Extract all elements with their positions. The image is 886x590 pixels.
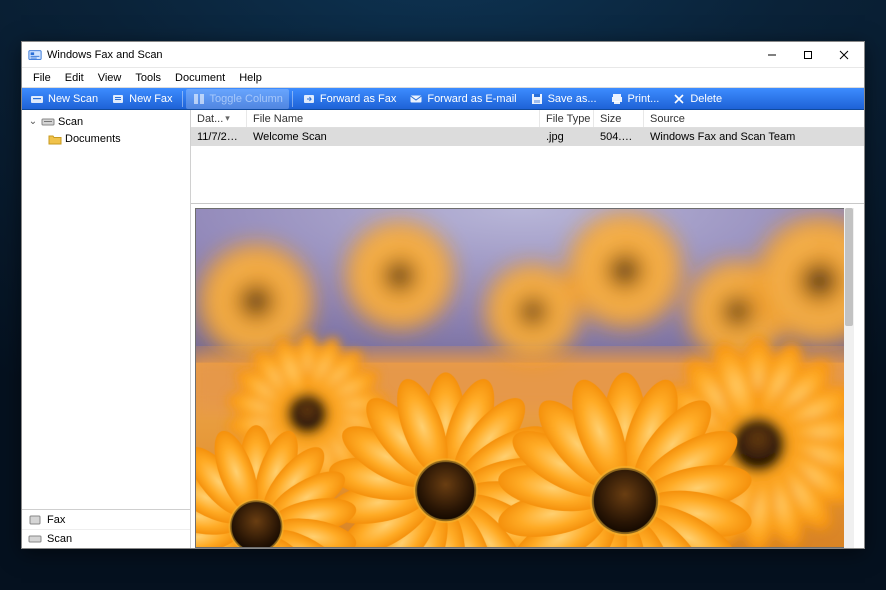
menu-tools[interactable]: Tools: [128, 70, 168, 86]
print-label: Print...: [628, 93, 660, 105]
toggle-column-button[interactable]: Toggle Column: [186, 89, 289, 109]
folder-icon: [48, 132, 62, 146]
new-scan-label: New Scan: [48, 93, 98, 105]
chevron-down-icon[interactable]: ⌄: [28, 116, 38, 127]
scanner-icon: [41, 115, 55, 129]
forward-as-fax-button[interactable]: Forward as Fax: [296, 89, 402, 109]
nav-switcher: Fax Scan: [22, 509, 190, 548]
forward-as-email-button[interactable]: Forward as E-mail: [403, 89, 522, 109]
preview-scrollbar[interactable]: [844, 208, 854, 548]
new-scan-button[interactable]: New Scan: [24, 89, 104, 109]
column-icon: [192, 92, 206, 106]
sort-desc-icon: ▾: [225, 113, 230, 124]
menu-file[interactable]: File: [26, 70, 58, 86]
close-button[interactable]: [826, 43, 862, 67]
folder-tree[interactable]: ⌄ Scan Documents: [22, 110, 190, 509]
nav-fax-button[interactable]: Fax: [22, 510, 190, 529]
cell-filetype: .jpg: [540, 129, 594, 145]
forward-fax-icon: [302, 92, 316, 106]
menu-view[interactable]: View: [91, 70, 129, 86]
preview-pane[interactable]: [191, 204, 864, 548]
scanner-icon: [30, 92, 44, 106]
app-window: Windows Fax and Scan File Edit View Tool…: [21, 41, 865, 549]
col-size[interactable]: Size: [594, 110, 644, 127]
sidebar: ⌄ Scan Documents Fax Scan: [22, 110, 191, 548]
column-headers[interactable]: Dat... ▾ File Name File Type Size Source: [191, 110, 864, 128]
print-icon: [610, 92, 624, 106]
save-icon: [530, 92, 544, 106]
preview-image: [195, 208, 850, 548]
toolbar: New Scan New Fax Toggle Column Forward a…: [22, 88, 864, 110]
menu-edit[interactable]: Edit: [58, 70, 91, 86]
forward-as-fax-label: Forward as Fax: [320, 93, 396, 105]
cell-filename: Welcome Scan: [247, 129, 540, 145]
nav-scan-button[interactable]: Scan: [22, 529, 190, 548]
delete-button[interactable]: Delete: [666, 89, 728, 109]
app-icon: [28, 48, 42, 62]
maximize-button[interactable]: [790, 43, 826, 67]
tree-node-scan-label: Scan: [58, 116, 83, 128]
minimize-button[interactable]: [754, 43, 790, 67]
new-fax-button[interactable]: New Fax: [105, 89, 178, 109]
col-date-label: Dat...: [197, 113, 223, 125]
nav-fax-label: Fax: [47, 514, 65, 526]
cell-source: Windows Fax and Scan Team: [644, 129, 864, 145]
tree-node-documents-label: Documents: [65, 133, 121, 145]
fax-icon: [28, 513, 42, 527]
menu-help[interactable]: Help: [232, 70, 269, 86]
forward-as-email-label: Forward as E-mail: [427, 93, 516, 105]
toolbar-separator: [292, 91, 293, 107]
nav-scan-label: Scan: [47, 533, 72, 545]
menu-document[interactable]: Document: [168, 70, 232, 86]
cell-size: 504.3 KB: [594, 129, 644, 145]
cell-date: 11/7/202...: [191, 129, 247, 145]
tree-node-documents[interactable]: Documents: [26, 130, 186, 147]
new-fax-label: New Fax: [129, 93, 172, 105]
title-bar: Windows Fax and Scan: [22, 42, 864, 68]
delete-label: Delete: [690, 93, 722, 105]
window-controls: [754, 43, 862, 67]
content-area: Dat... ▾ File Name File Type Size Source…: [191, 110, 864, 548]
main-area: ⌄ Scan Documents Fax Scan: [22, 110, 864, 548]
toolbar-separator: [182, 91, 183, 107]
scanner-icon: [28, 532, 42, 546]
app-title: Windows Fax and Scan: [47, 49, 163, 61]
table-row[interactable]: 11/7/202... Welcome Scan .jpg 504.3 KB W…: [191, 128, 864, 146]
save-as-button[interactable]: Save as...: [524, 89, 603, 109]
print-button[interactable]: Print...: [604, 89, 666, 109]
col-source[interactable]: Source: [644, 110, 864, 127]
tree-node-scan[interactable]: ⌄ Scan: [26, 113, 186, 130]
col-filetype[interactable]: File Type: [540, 110, 594, 127]
save-as-label: Save as...: [548, 93, 597, 105]
mail-icon: [409, 92, 423, 106]
file-list[interactable]: Dat... ▾ File Name File Type Size Source…: [191, 110, 864, 204]
menu-bar: File Edit View Tools Document Help: [22, 68, 864, 88]
fax-icon: [111, 92, 125, 106]
col-filename[interactable]: File Name: [247, 110, 540, 127]
col-date[interactable]: Dat... ▾: [191, 110, 247, 127]
toggle-column-label: Toggle Column: [210, 93, 283, 105]
delete-icon: [672, 92, 686, 106]
scrollbar-thumb[interactable]: [845, 208, 853, 326]
